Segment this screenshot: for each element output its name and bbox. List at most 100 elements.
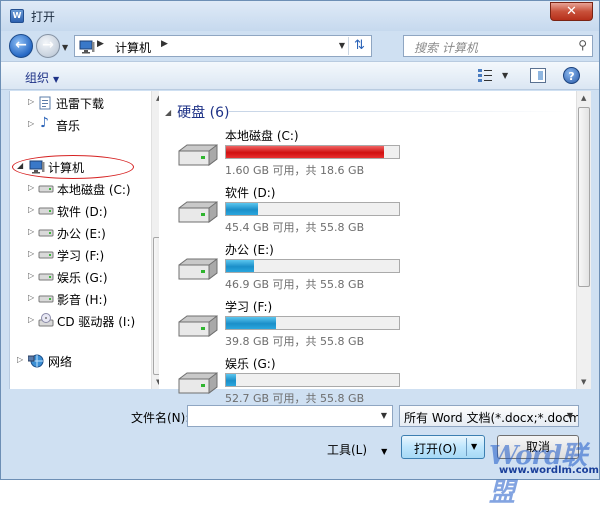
drive-usage-fill <box>226 317 276 329</box>
address-bar[interactable]: ▶ 计算机 ▶ ▼ ⇅ <box>74 35 372 57</box>
navigation-pane[interactable]: ▷ 迅雷下载 ▷ ♪ 音乐 ◢ 计算机 ▷ 本地磁盘 (C:) ▷ 软件 (D:… <box>9 91 166 389</box>
chevron-down-icon: ▼ <box>566 411 573 420</box>
cancel-button[interactable]: 取消 <box>497 435 579 459</box>
command-bar: 组织 ▼ ▼ ? <box>1 61 599 90</box>
chevron-down-icon: ▼ <box>53 75 60 84</box>
drive-icon <box>38 229 54 237</box>
expand-icon[interactable]: ▷ <box>28 293 34 302</box>
chevron-down-icon[interactable]: ▼ <box>381 411 387 420</box>
drive-space-info: 45.4 GB 可用，共 55.8 GB <box>225 221 365 234</box>
drive-icon <box>38 273 54 281</box>
nav-item-label: 影音 (H:) <box>57 293 108 307</box>
view-options-icon[interactable] <box>477 68 493 83</box>
search-icon[interactable]: ⚲ <box>578 38 587 52</box>
filename-label: 文件名(N): <box>131 411 190 425</box>
expand-icon[interactable]: ▷ <box>28 249 34 258</box>
drive-tile[interactable]: 娱乐 (G:) 52.7 GB 可用，共 55.8 GB <box>159 353 569 409</box>
recent-pages-chevron-icon[interactable]: ▼ <box>62 43 68 52</box>
file-type-select[interactable]: 所有 Word 文档(*.docx;*.docm ▼ <box>399 405 579 427</box>
nav-item-label: 计算机 <box>48 161 85 175</box>
expand-icon[interactable]: ▷ <box>28 227 34 236</box>
drive-name: 本地磁盘 (C:) <box>225 129 299 143</box>
tools-button[interactable]: 工具(L) ▼ <box>327 441 387 458</box>
back-button[interactable]: ← <box>9 34 33 58</box>
expand-icon[interactable]: ▷ <box>28 183 34 192</box>
drive-space-info: 39.8 GB 可用，共 55.8 GB <box>225 335 365 348</box>
organize-label: 组织 <box>25 71 50 85</box>
split-divider <box>466 438 467 456</box>
forward-button[interactable]: → <box>36 34 60 58</box>
nav-item-label: 办公 (E:) <box>57 227 106 241</box>
hard-drive-icon <box>178 372 218 394</box>
group-header-hard-disks[interactable]: ◢ 硬盘 (6) <box>165 102 229 122</box>
nav-item-label: 迅雷下载 <box>56 97 105 111</box>
file-list-pane[interactable]: ◢ 硬盘 (6) 本地磁盘 (C:) 1.60 GB 可用，共 18.6 GB 软件 … <box>159 91 591 405</box>
help-button[interactable]: ? <box>563 67 580 84</box>
expand-icon[interactable]: ▷ <box>28 205 34 214</box>
nav-item-label: 娱乐 (G:) <box>57 271 108 285</box>
expand-icon[interactable]: ▷ <box>28 315 34 324</box>
drive-usage-fill <box>226 260 254 272</box>
group-divider <box>229 111 569 112</box>
nav-item-label: 本地磁盘 (C:) <box>57 183 131 197</box>
hard-drive-icon <box>178 258 218 280</box>
drive-tile[interactable]: 软件 (D:) 45.4 GB 可用，共 55.8 GB <box>159 182 569 238</box>
drive-space-info: 52.7 GB 可用，共 55.8 GB <box>225 392 365 405</box>
drive-usage-bar <box>225 145 400 159</box>
drive-name: 软件 (D:) <box>225 186 276 200</box>
drive-usage-bar <box>225 316 400 330</box>
collapse-icon[interactable]: ◢ <box>165 108 171 117</box>
breadcrumb-separator-icon[interactable]: ▶ <box>97 39 104 49</box>
search-placeholder: 搜索 计算机 <box>414 41 478 55</box>
drive-tile[interactable]: 学习 (F:) 39.8 GB 可用，共 55.8 GB <box>159 296 569 352</box>
view-dropdown-icon[interactable]: ▼ <box>502 71 508 80</box>
refresh-button[interactable]: ⇅ <box>348 37 370 55</box>
preview-pane-button[interactable] <box>530 68 546 83</box>
filename-input[interactable]: ▼ <box>187 405 393 427</box>
nav-item-label: CD 驱动器 (I:) <box>57 315 136 329</box>
hard-drive-icon <box>178 144 218 166</box>
expand-icon[interactable]: ▷ <box>28 119 34 128</box>
drive-tile[interactable]: 办公 (E:) 46.9 GB 可用，共 55.8 GB <box>159 239 569 295</box>
close-button[interactable]: ✕ <box>550 2 593 21</box>
nav-item-label: 网络 <box>48 355 73 369</box>
title-bar[interactable]: W 打开 ✕ <box>1 1 599 31</box>
folder-document-icon <box>39 96 51 110</box>
watermark-url: www.wordlm.com <box>499 465 599 476</box>
drive-space-info: 46.9 GB 可用，共 55.8 GB <box>225 278 365 291</box>
drive-space-info: 1.60 GB 可用，共 18.6 GB <box>225 164 365 177</box>
hard-drive-icon <box>178 201 218 223</box>
drive-tile[interactable]: 本地磁盘 (C:) 1.60 GB 可用，共 18.6 GB <box>159 125 569 181</box>
scroll-up-icon[interactable]: ▲ <box>581 94 586 102</box>
drive-usage-fill <box>226 374 236 386</box>
scroll-down-icon[interactable]: ▼ <box>581 378 586 386</box>
tools-label: 工具(L) <box>327 443 368 457</box>
expand-icon[interactable]: ▷ <box>28 97 34 106</box>
drive-usage-bar <box>225 259 400 273</box>
address-dropdown-icon[interactable]: ▼ <box>339 41 345 50</box>
nav-item-label: 音乐 <box>56 119 81 133</box>
content-scrollbar[interactable]: ▲ ▼ <box>576 91 591 389</box>
drive-name: 娱乐 (G:) <box>225 357 276 371</box>
computer-icon <box>29 160 45 174</box>
address-row: ← → ▼ ▶ 计算机 ▶ ▼ ⇅ 搜索 计算机 ⚲ <box>1 31 599 59</box>
music-note-icon: ♪ <box>40 115 49 131</box>
open-options-chevron-icon[interactable]: ▼ <box>471 442 477 451</box>
organize-button[interactable]: 组织 ▼ <box>25 69 59 86</box>
breadcrumb-separator-icon[interactable]: ▶ <box>161 39 168 49</box>
group-title: 硬盘 (6) <box>177 105 230 121</box>
open-button[interactable]: 打开(O) ▼ <box>401 435 485 459</box>
expand-icon[interactable]: ▷ <box>17 355 23 364</box>
network-icon <box>28 354 44 368</box>
breadcrumb-computer[interactable]: 计算机 <box>115 39 151 56</box>
drive-icon <box>38 295 54 303</box>
search-input[interactable]: 搜索 计算机 ⚲ <box>403 35 593 57</box>
collapse-icon[interactable]: ◢ <box>17 161 23 170</box>
drive-icon <box>38 207 54 215</box>
window-title: 打开 <box>31 10 56 24</box>
expand-icon[interactable]: ▷ <box>28 271 34 280</box>
content-scroll-thumb[interactable] <box>578 107 590 287</box>
drive-icon <box>38 185 54 193</box>
cd-drive-icon <box>38 313 54 327</box>
drive-usage-bar <box>225 202 400 216</box>
